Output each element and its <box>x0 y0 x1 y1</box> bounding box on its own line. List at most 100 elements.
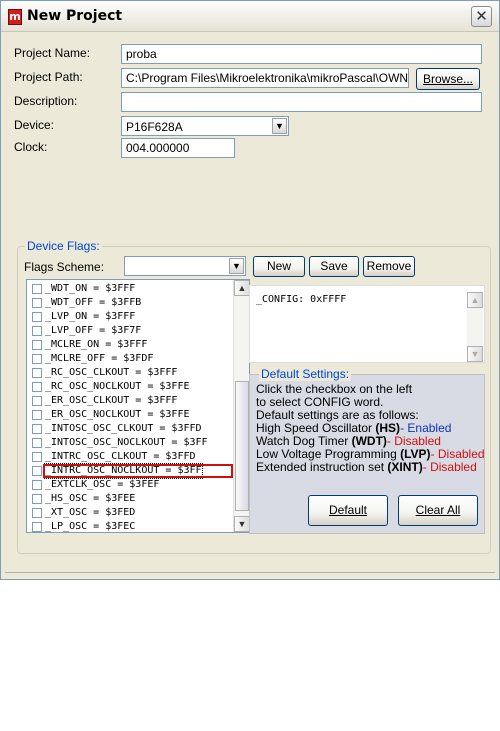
clock-input[interactable]: 004.000000 <box>121 138 235 158</box>
flag-label: _ER_OSC_CLKOUT = $3FFF <box>45 395 178 406</box>
flag-checkbox[interactable] <box>32 410 42 420</box>
flag-list-item[interactable]: _LP_OSC = $3FEC <box>27 520 232 532</box>
browse-button[interactable]: Browse... <box>416 68 480 90</box>
flag-list-item[interactable]: _EXTCLK_OSC = $3FEF <box>27 478 232 492</box>
scroll-down-arrow-icon[interactable]: ▼ <box>467 346 483 362</box>
flag-label: _LVP_OFF = $3F7F <box>45 325 142 336</box>
flag-list-item[interactable]: _WDT_ON = $3FFF <box>27 282 232 296</box>
flag-label: _WDT_OFF = $3FFB <box>45 297 142 308</box>
flag-checkbox[interactable] <box>32 340 42 350</box>
scroll-up-arrow-icon[interactable]: ▲ <box>234 280 249 296</box>
flags-scheme-label: Flags Scheme: <box>24 260 105 274</box>
flag-checkbox[interactable] <box>32 312 42 322</box>
flag-list-item[interactable]: _ER_OSC_CLKOUT = $3FFF <box>27 394 232 408</box>
default-xint-line: Extended instruction set (XINT)- Disable… <box>256 460 477 474</box>
flag-list-item[interactable]: _INTOSC_OSC_CLKOUT = $3FFD <box>27 422 232 436</box>
flags-list-scrollbar[interactable]: ▲ ▼ <box>233 280 249 532</box>
flag-checkbox[interactable] <box>32 522 42 532</box>
flag-checkbox[interactable] <box>32 298 42 308</box>
default-button[interactable]: Default <box>308 495 388 526</box>
flag-list-item[interactable]: _LVP_OFF = $3F7F <box>27 324 232 338</box>
flag-label: _INTOSC_OSC_NOCLKOUT = $3FF <box>45 437 208 448</box>
hs-label: High Speed Oscillator <box>256 421 376 435</box>
config-scrollbar[interactable]: ▲ ▼ <box>467 292 483 362</box>
flag-list-item[interactable]: _XT_OSC = $3FED <box>27 506 232 520</box>
default-lvp-line: Low Voltage Programming (LVP)- Disabled <box>256 447 485 461</box>
flag-list-item[interactable]: _LVP_ON = $3FFF <box>27 310 232 324</box>
flag-list-item[interactable]: _INTOSC_OSC_NOCLKOUT = $3FF <box>27 436 232 450</box>
flag-checkbox[interactable] <box>32 452 42 462</box>
device-select[interactable]: P16F628A ▼ <box>121 116 289 136</box>
flag-checkbox[interactable] <box>32 284 42 294</box>
flag-checkbox[interactable] <box>32 466 42 476</box>
xint-code: (XINT) <box>387 460 423 474</box>
flag-checkbox[interactable] <box>32 326 42 336</box>
flag-checkbox[interactable] <box>32 438 42 448</box>
flag-label: _MCLRE_ON = $3FFF <box>45 339 148 350</box>
scroll-up-arrow-icon[interactable]: ▲ <box>467 292 483 308</box>
dialog-body: Project Name: proba Project Path: C:\Pro… <box>5 33 495 575</box>
flag-list-item[interactable]: _ER_OSC_NOCLKOUT = $3FFE <box>27 408 232 422</box>
flag-checkbox[interactable] <box>32 354 42 364</box>
clear-all-button[interactable]: Clear All <box>398 495 478 526</box>
new-scheme-button[interactable]: New <box>253 256 305 277</box>
default-wdt-line: Watch Dog Timer (WDT)- Disabled <box>256 434 441 448</box>
flag-list-item[interactable]: _MCLRE_ON = $3FFF <box>27 338 232 352</box>
flags-scheme-select[interactable]: ▼ <box>124 256 246 276</box>
flag-label: _INTRC_OSC_CLKOUT = $3FFD <box>45 451 196 462</box>
remove-scheme-button[interactable]: Remove <box>363 256 415 277</box>
lvp-code: (LVP) <box>400 447 431 461</box>
title-bar[interactable]: m New Project ✕ <box>1 1 499 32</box>
flag-list-item[interactable]: _INTRC_OSC_CLKOUT = $3FFD <box>27 450 232 464</box>
device-label: Device: <box>14 118 55 132</box>
default-button-label: Default <box>328 503 368 517</box>
scroll-thumb[interactable] <box>235 381 249 511</box>
project-path-input[interactable]: C:\Program Files\Mikroelektronika\mikroP… <box>121 68 409 88</box>
scroll-down-arrow-icon[interactable]: ▼ <box>234 516 249 532</box>
wdt-code: (WDT) <box>351 434 387 448</box>
config-word-display[interactable]: _CONFIG: 0xFFFF ▲ ▼ <box>249 285 485 363</box>
flag-checkbox[interactable] <box>32 396 42 406</box>
flag-checkbox[interactable] <box>32 424 42 434</box>
project-name-label: Project Name: <box>14 46 91 60</box>
flag-list-item[interactable]: _MCLRE_OFF = $3FDF <box>27 352 232 366</box>
flag-checkbox[interactable] <box>32 494 42 504</box>
save-scheme-button[interactable]: Save <box>309 256 359 277</box>
browse-button-label: Browse... <box>422 72 473 86</box>
flag-list-item[interactable]: _RC_OSC_NOCLKOUT = $3FFE <box>27 380 232 394</box>
clock-label: Clock: <box>14 140 48 154</box>
hs-code: (HS) <box>375 421 401 435</box>
project-name-input[interactable]: proba <box>121 44 482 64</box>
description-input[interactable] <box>121 92 482 112</box>
close-button[interactable]: ✕ <box>471 6 492 27</box>
flag-label: _INTOSC_OSC_CLKOUT = $3FFD <box>45 423 202 434</box>
device-select-value: P16F628A <box>126 120 183 134</box>
close-icon: ✕ <box>475 7 488 25</box>
xint-label: Extended instruction set <box>256 460 388 474</box>
flag-checkbox[interactable] <box>32 382 42 392</box>
flag-label: _XT_OSC = $3FED <box>45 507 136 518</box>
flag-list-item[interactable]: _WDT_OFF = $3FFB <box>27 296 232 310</box>
wdt-state: - Disabled <box>386 434 441 448</box>
flag-label: _LVP_ON = $3FFF <box>45 311 136 322</box>
flag-checkbox[interactable] <box>32 480 42 490</box>
chevron-down-icon[interactable]: ▼ <box>272 118 287 134</box>
clear-all-button-label: Clear All <box>415 503 461 517</box>
flag-checkbox[interactable] <box>32 368 42 378</box>
flag-list-item[interactable]: _RC_OSC_CLKOUT = $3FFF <box>27 366 232 380</box>
lvp-label: Low Voltage Programming <box>256 447 401 461</box>
default-help-line-3: Default settings are as follows: <box>256 408 419 422</box>
flags-list[interactable]: _WDT_ON = $3FFF _WDT_OFF = $3FFB _LVP_ON =… <box>26 279 250 533</box>
xint-state: - Disabled <box>422 460 477 474</box>
project-path-label: Project Path: <box>14 70 83 84</box>
flag-checkbox[interactable] <box>32 508 42 518</box>
flag-list-item[interactable]: _HS_OSC = $3FEE <box>27 492 232 506</box>
bottom-divider <box>5 572 495 573</box>
device-flags-title: Device Flags: <box>25 239 102 253</box>
chevron-down-icon[interactable]: ▼ <box>229 258 244 274</box>
app-icon: m <box>8 9 22 25</box>
default-settings-title: Default Settings: <box>259 367 352 381</box>
flag-label: _LP_OSC = $3FEC <box>45 521 136 532</box>
default-help-line-1: Click the checkbox on the left <box>256 382 413 396</box>
selection-highlight <box>43 464 233 478</box>
